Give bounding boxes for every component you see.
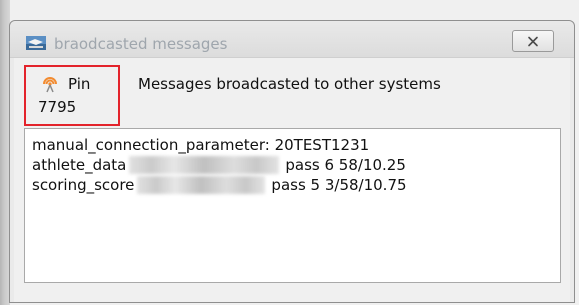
window-title: braodcasted messages [54, 35, 228, 53]
redacted-text [129, 156, 280, 174]
messages-heading: Messages broadcasted to other systems [138, 75, 441, 93]
broadcast-pin-icon [43, 77, 57, 93]
list-item: athlete_data pass 6 58/10.25 [32, 155, 560, 175]
pin-highlight-box: Pin 7795 [24, 65, 120, 126]
list-item: scoring_score pass 5 3/58/10.75 [32, 175, 560, 195]
redacted-text [137, 176, 266, 194]
screenshot: braodcasted messages Pin 7795 Messages b… [0, 0, 579, 305]
title-bar[interactable]: braodcasted messages [10, 21, 574, 58]
message-value: pass 5 3/58/10.75 [271, 176, 407, 194]
close-icon [528, 36, 538, 46]
window-content: Pin 7795 Messages broadcasted to other s… [14, 58, 570, 302]
message-text: manual_connection_parameter: 20TEST1231 [32, 136, 370, 154]
message-key: scoring_score [32, 176, 135, 194]
message-value: pass 6 58/10.25 [285, 156, 406, 174]
broadcast-messages-window: braodcasted messages Pin 7795 Messages b… [9, 20, 575, 303]
messages-list[interactable]: manual_connection_parameter: 20TEST1231 … [24, 128, 561, 283]
pin-label: Pin [68, 75, 91, 93]
list-item: manual_connection_parameter: 20TEST1231 [32, 135, 560, 155]
pin-value: 7795 [38, 98, 77, 116]
message-key: athlete_data [32, 156, 127, 174]
broadcast-app-icon [26, 36, 46, 50]
close-button[interactable] [512, 30, 554, 52]
